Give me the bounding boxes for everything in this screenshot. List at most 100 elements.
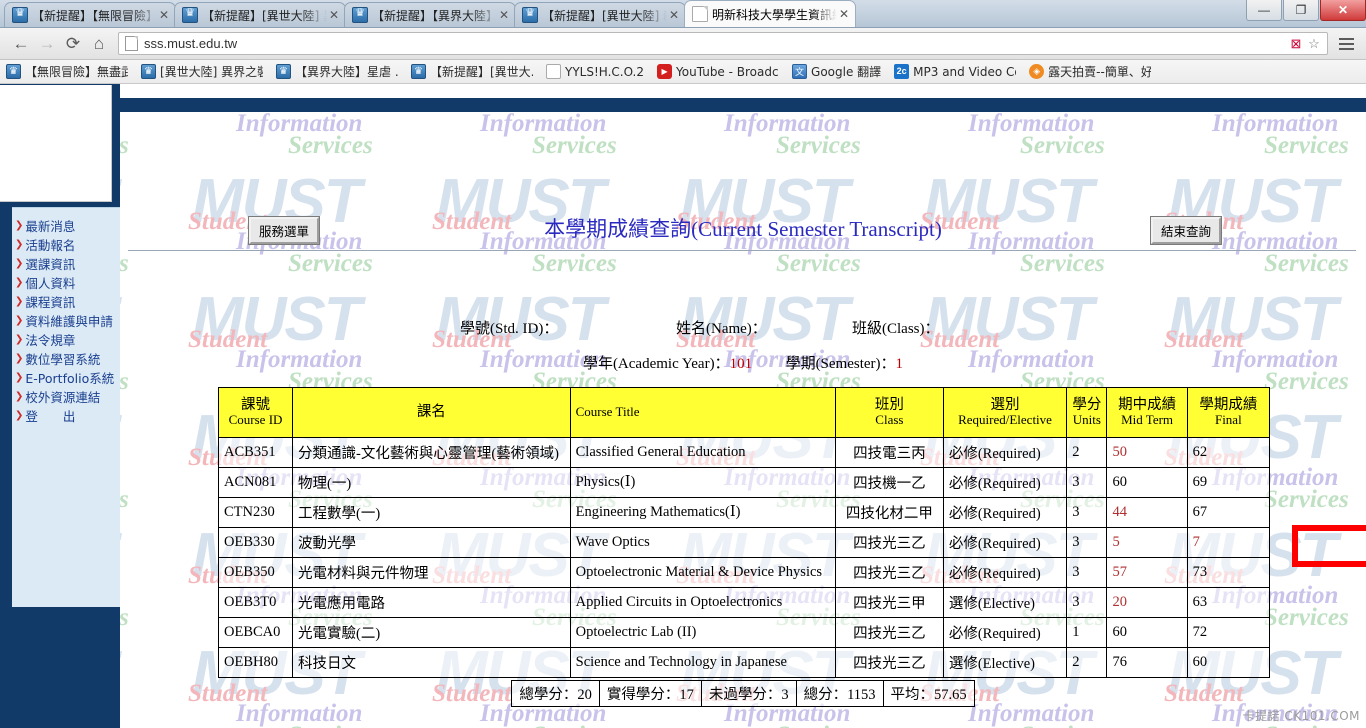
highlight-box-final-grade xyxy=(1292,525,1366,567)
sidebar-item-elearning[interactable]: ❯ 數位學習系統 xyxy=(12,349,120,368)
required-elective-cell: 選修(Elective) xyxy=(942,587,1068,618)
page-viewport: MUSTStudentInformationServicesMUSTStuden… xyxy=(0,84,1366,728)
sidebar-item-data-maintenance[interactable]: ❯ 資料維護與申請 xyxy=(12,311,120,330)
bookmark-item[interactable]: YouTube - Broadc... xyxy=(657,64,779,79)
main-content: 服務選單 本學期成績查詢(Current Semester Transcript… xyxy=(120,112,1366,728)
browser-tab-3[interactable]: 【新提醒】【異界大陸】 ✕ xyxy=(344,2,516,27)
midterm-score-cell: 20 xyxy=(1106,587,1188,618)
midterm-score-cell: 57 xyxy=(1106,557,1188,588)
sidebar-item-regulations[interactable]: ❯ 法令規章 xyxy=(12,330,120,349)
maximize-button[interactable]: ❐ xyxy=(1283,0,1319,21)
class-cell: 四技光三乙 xyxy=(834,557,944,588)
arrow-icon: ❯ xyxy=(15,409,24,421)
course-title-en-cell: Applied Circuits in Optoelectronics xyxy=(569,587,836,618)
bookmark-item[interactable]: [異世大陸] 異界之裝... xyxy=(141,63,263,80)
stop-loading-icon[interactable]: ⊠ xyxy=(1287,36,1305,52)
ruten-icon xyxy=(1029,64,1045,79)
sidebar-item-personal-data[interactable]: ❯ 個人資料 xyxy=(12,273,120,292)
sidebar-item-course-selection[interactable]: ❯ 選課資訊 xyxy=(12,254,120,273)
bookmarks-bar: 【無限冒險】無盡武... [異世大陸] 異界之裝... 【異界大陸】星虐 ...… xyxy=(0,60,1366,84)
summary-earned-credits: 實得學分：17 xyxy=(598,680,702,707)
tab-label: 【新提醒】【無限冒險】 xyxy=(32,8,157,23)
bookmark-item[interactable]: 【新提醒】[異世大... xyxy=(411,63,533,80)
tab-label: 【新提醒】【異界大陸】 xyxy=(372,8,497,23)
address-bar[interactable]: sss.must.edu.tw ⊠ ☆ xyxy=(118,32,1328,55)
sidebar-item-external-links[interactable]: ❯ 校外資源連結 xyxy=(12,387,120,406)
table-row: OEB330 波動光學 Wave Optics 四技光三乙 必修(Required) 3 5… xyxy=(217,527,1271,558)
midterm-score-cell: 50 xyxy=(1106,437,1188,468)
bookmark-item[interactable]: 【無限冒險】無盡武... xyxy=(6,63,128,80)
sidebar-item-news[interactable]: ❯ 最新消息 xyxy=(12,216,120,235)
menu-bar-3 xyxy=(1338,47,1354,50)
course-title-en-cell: Optoelectronic Material & Device Physics xyxy=(569,557,836,588)
browser-menu-icon[interactable] xyxy=(1334,32,1358,56)
arrow-icon: ❯ xyxy=(15,219,24,231)
youtube-icon xyxy=(657,64,673,79)
browser-tab-1[interactable]: 【新提醒】【無限冒險】 ✕ xyxy=(4,2,176,27)
bookmark-item[interactable]: 【異界大陸】星虐 ... xyxy=(276,63,398,80)
tab-close-icon[interactable]: ✕ xyxy=(497,8,511,22)
converter-icon xyxy=(894,64,910,79)
final-score-cell: 67 xyxy=(1186,497,1271,528)
arrow-icon: ❯ xyxy=(15,333,24,345)
sidebar-item-label: 個人資料 xyxy=(25,276,76,291)
close-window-button[interactable]: ✕ xyxy=(1320,0,1366,21)
course-name-cn-cell: 分類通識-文化藝術與心靈管理(藝術領域) xyxy=(292,437,571,468)
course-id-cell: CTN230 xyxy=(217,497,294,528)
back-arrow-icon[interactable]: ← xyxy=(8,31,34,57)
tab-close-icon[interactable]: ✕ xyxy=(667,8,681,22)
tab-close-icon[interactable]: ✕ xyxy=(837,7,851,21)
class-label: 班級(Class)： xyxy=(852,321,940,337)
bookmark-item[interactable]: 露天拍賣--簡單、好... xyxy=(1029,63,1151,80)
bookmark-label: MP3 and Video Co... xyxy=(913,64,1016,79)
google-translate-icon xyxy=(792,64,808,79)
end-query-button[interactable]: 結束查詢 xyxy=(1151,217,1222,244)
units-cell: 3 xyxy=(1066,527,1108,558)
required-elective-cell: 必修(Required) xyxy=(942,557,1068,588)
final-score-cell: 60 xyxy=(1186,647,1271,678)
arrow-icon: ❯ xyxy=(15,352,24,364)
tab-close-icon[interactable]: ✕ xyxy=(157,8,171,22)
tab-close-icon[interactable]: ✕ xyxy=(327,8,341,22)
std-id-label: 學號(Std. ID)： xyxy=(460,321,559,337)
arrow-icon: ❯ xyxy=(15,276,24,288)
course-id-cell: OEB3T0 xyxy=(217,587,294,618)
class-cell: 四技電三丙 xyxy=(834,437,944,468)
forward-arrow-icon[interactable]: → xyxy=(34,31,60,57)
crown-icon xyxy=(522,5,538,23)
minimize-button[interactable]: — xyxy=(1246,0,1282,21)
sidebar-item-eportfolio[interactable]: ❯ E-Portfolio系統 xyxy=(12,368,120,387)
home-icon[interactable]: ⌂ xyxy=(86,31,112,57)
units-cell: 2 xyxy=(1066,647,1108,678)
sidebar-item-activity-signup[interactable]: ❯ 活動報名 xyxy=(12,235,120,254)
content-top-spacer xyxy=(120,84,1366,98)
table-row: OEB350 光電材料與元件物理 Optoelectronic Material &… xyxy=(217,557,1271,588)
transcript-table: 課號 Course ID 課名 Course Title 班別 Class 選別… xyxy=(217,387,1271,678)
table-row: OEB3T0 光電應用電路 Applied Circuits in Optoelec… xyxy=(217,587,1271,618)
sidebar-item-logout[interactable]: ❯ 登 出 xyxy=(12,406,120,425)
course-name-cn-cell: 光電材料與元件物理 xyxy=(292,557,571,588)
summary-total-credits: 總學分：20 xyxy=(511,680,600,707)
browser-tab-4[interactable]: 【新提醒】[異世大陸] 殺 ✕ xyxy=(514,2,686,27)
final-score-cell: 73 xyxy=(1186,557,1271,588)
class-cell: 四技光三乙 xyxy=(834,647,944,678)
sidebar-item-label: 資料維護與申請 xyxy=(25,314,113,329)
class-cell: 四技光三乙 xyxy=(834,617,944,648)
browser-tab-5-active[interactable]: 明新科技大學學生資訊網 ✕ xyxy=(684,0,856,27)
bookmark-star-icon[interactable]: ☆ xyxy=(1305,36,1323,52)
site-watermark: 卡提諾 CK101.COM xyxy=(1242,709,1360,723)
summary-table-row: 總學分：20 實得學分：17 未過學分：3 總分：1153 平均：57.65 xyxy=(511,680,975,707)
navigation-toolbar: ← → ⟳ ⌂ sss.must.edu.tw ⊠ ☆ xyxy=(0,28,1366,60)
crown-icon xyxy=(141,64,156,79)
page-info-icon xyxy=(125,36,138,51)
bookmark-item[interactable]: Google 翻譯 xyxy=(792,63,881,80)
reload-icon[interactable]: ⟳ xyxy=(60,31,86,57)
bookmark-item[interactable]: YYLS!H.C.O.2 xyxy=(546,64,644,79)
col-required-elective: 選別 Required/Elective xyxy=(942,387,1068,438)
menu-bar-2 xyxy=(1338,42,1354,45)
sidebar-item-course-info[interactable]: ❯ 課程資訊 xyxy=(12,292,120,311)
browser-tab-2[interactable]: 【新提醒】[異世大陸] 異界 ✕ xyxy=(174,2,346,27)
course-title-en-cell: Science and Technology in Japanese xyxy=(569,647,836,678)
bookmark-item[interactable]: MP3 and Video Co... xyxy=(894,64,1016,79)
arrow-icon: ❯ xyxy=(15,295,24,307)
